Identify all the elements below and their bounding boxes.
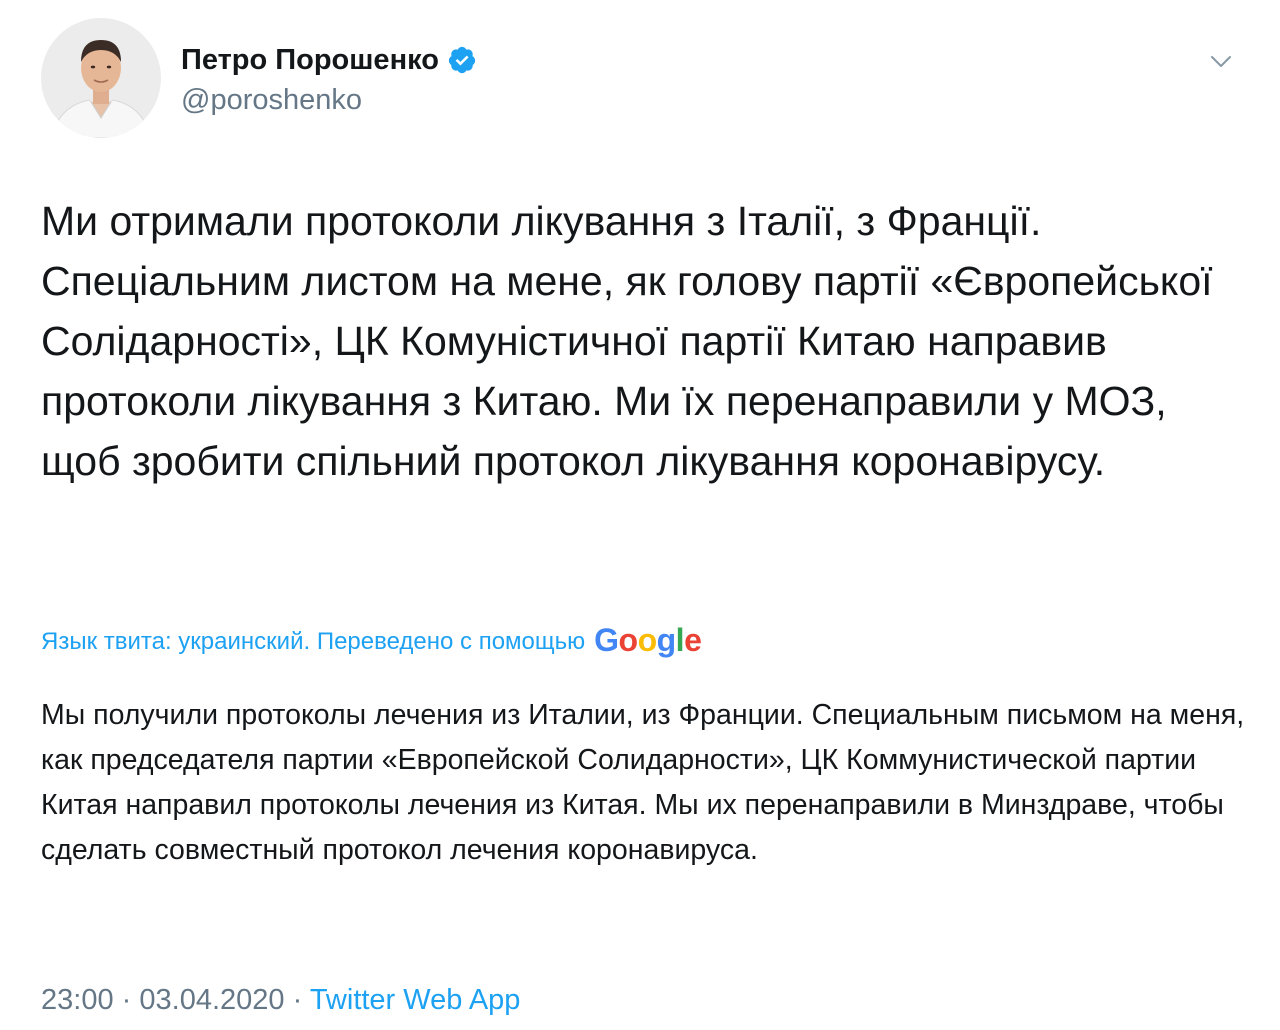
google-letter-g2: g xyxy=(656,622,677,658)
tweet-meta: 23:00 · 03.04.2020 · Twitter Web App xyxy=(41,980,520,1020)
author-name-row[interactable]: Петро Порошенко xyxy=(181,42,477,78)
google-letter-e: e xyxy=(684,622,702,658)
translated-text: Мы получили протоколы лечения из Италии,… xyxy=(41,699,1245,866)
avatar-image xyxy=(41,18,161,138)
tweet-text: Ми отримали протоколи лікування з Італії… xyxy=(41,198,1213,484)
google-letter-o1: o xyxy=(618,622,639,658)
translation-label: Язык твита: украинский. Переведено с пом… xyxy=(41,628,586,655)
verified-badge-icon xyxy=(447,45,477,75)
tweet-time[interactable]: 23:00 xyxy=(41,984,114,1016)
google-logo: Google xyxy=(594,618,702,662)
author-handle[interactable]: @poroshenko xyxy=(181,83,362,117)
chevron-down-icon xyxy=(1211,56,1231,67)
google-letter-l: l xyxy=(675,622,685,658)
meta-separator: · xyxy=(292,984,303,1016)
google-letter-o2: o xyxy=(637,622,658,658)
tweet-menu-button[interactable] xyxy=(1206,46,1236,76)
google-letter-g1: G xyxy=(594,622,619,658)
tweet-source-link[interactable]: Twitter Web App xyxy=(310,984,521,1016)
tweet-date[interactable]: 03.04.2020 xyxy=(139,984,284,1016)
author-display-name[interactable]: Петро Порошенко xyxy=(181,42,439,78)
translation-toggle[interactable]: Язык твита: украинский. Переведено с пом… xyxy=(41,618,702,664)
meta-separator: · xyxy=(121,984,132,1016)
avatar[interactable] xyxy=(41,18,161,138)
